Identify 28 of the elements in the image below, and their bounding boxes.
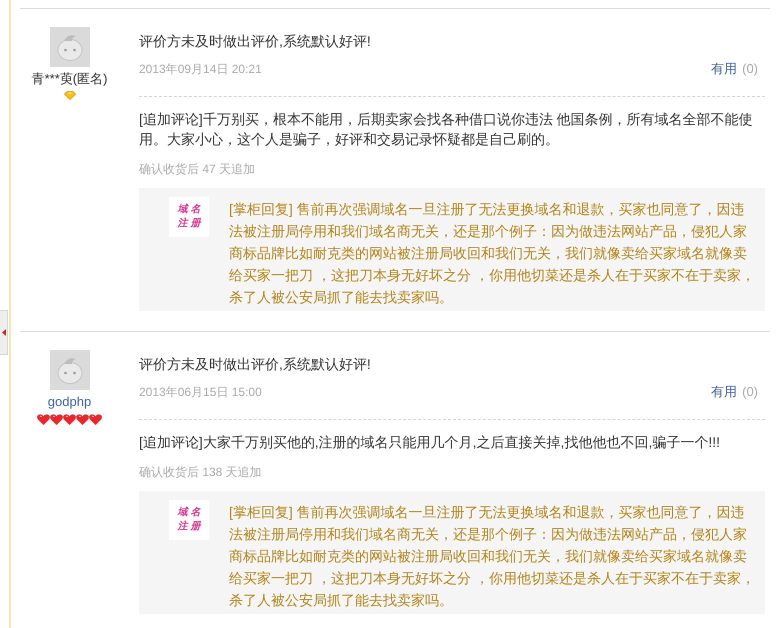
review-date: 2013年09月14日 20:21 xyxy=(139,61,262,78)
reviewer-name: 青***萸(匿名) xyxy=(32,72,108,86)
seller-reply-text: [掌柜回复] 售前再次强调域名一旦注册了无法更换域名和退款，买家也同意了，因违法被注册局停用和我们域名商无关，还是那个例子：因为做违法网站产品，侵犯人家商标品牌比如耐克类的网站被注册局收回和我们无关，我们就像卖给买家域名就像卖给买家一把刀 ，这把刀本身无好坏之分 ，你用他切菜还是杀人在于买家不在于卖家，杀了人被公安局抓了能去找卖家吗。 xyxy=(229,503,755,610)
heart-icon xyxy=(89,414,102,425)
heart-icon xyxy=(37,414,50,425)
follow-up-comment: [追加评论]大家千万别买他的,注册的域名只能用几个月,之后直接关掉,找他他也不回,骗子一个!!! xyxy=(139,433,722,452)
heart-icon xyxy=(76,414,89,425)
helpful-link[interactable]: 有用 xyxy=(711,58,738,80)
seller-reply-text: [掌柜回复] 售前再次强调域名一旦注册了无法更换域名和退款，买家也同意了，因违法被注册局停用和我们域名商无关，还是那个例子：因为做违法网站产品，侵犯人家商标品牌比如耐克类的网站被注册局收回和我们无关，我们就像卖给买家域名就像卖给买家一把刀 ，这把刀本身无好坏之分 ，你用他切菜还是杀人在于买家不在于卖家，杀了人被公安局抓了能去找卖家吗。 xyxy=(229,200,755,307)
helpful-link[interactable]: 有用 xyxy=(711,381,738,403)
review-text: 评价方未及时做出评价,系统默认好评! xyxy=(139,32,372,51)
follow-up-note: 确认收货后 138 天追加 xyxy=(139,464,263,481)
helpful-count: (0) xyxy=(742,383,758,401)
follow-up-comment: [追加评论]千万别买，根本不能用，后期卖家会找各种借口说你违法 他国条例，所有域名全部不能使用。大家小心，这个人是骗子，好评和交易记录怀疑都是自己刷的。 xyxy=(139,110,754,149)
diamond-icon xyxy=(64,91,76,100)
heart-icon xyxy=(50,414,63,425)
avatar-icon xyxy=(50,27,90,67)
reviewer-name-link[interactable]: godphp xyxy=(48,395,92,409)
heart-icon xyxy=(63,414,76,425)
follow-up-note: 确认收货后 47 天追加 xyxy=(139,161,256,178)
helpful-count: (0) xyxy=(742,60,758,78)
seller-logo: 域名 注册 xyxy=(169,197,209,237)
review-date: 2013年06月15日 15:00 xyxy=(139,384,262,401)
avatar-icon xyxy=(50,350,90,390)
triangle-left-icon xyxy=(2,329,6,336)
review-text: 评价方未及时做出评价,系统默认好评! xyxy=(139,355,372,374)
seller-logo: 域名 注册 xyxy=(169,500,209,540)
collapse-button[interactable] xyxy=(0,310,8,355)
